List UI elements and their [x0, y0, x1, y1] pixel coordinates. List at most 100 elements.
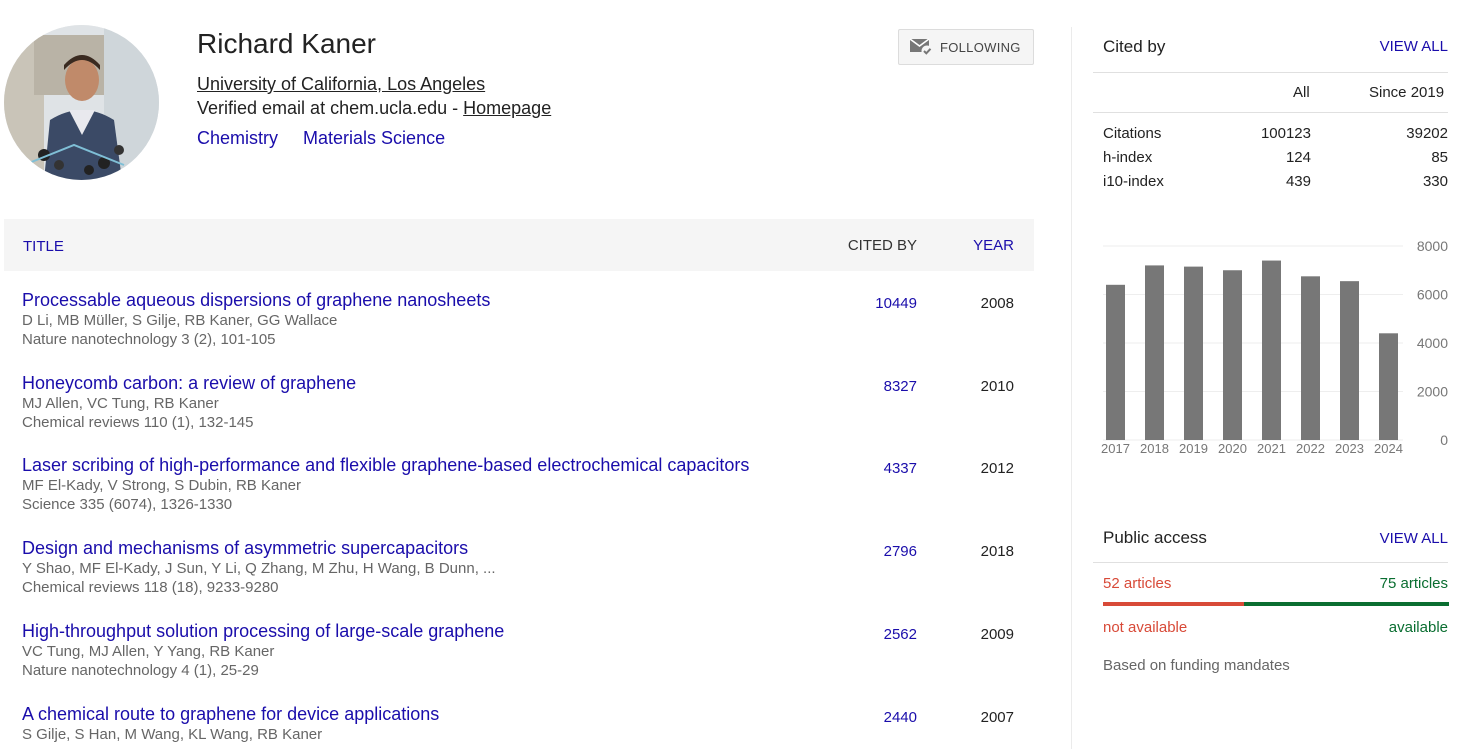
citation-stats-table: Citations 100123 39202 h-index 124 85 i1… [1103, 125, 1448, 197]
article-venue: Chemical reviews 118 (18), 9233-9280 [22, 579, 279, 596]
cited-by-count-link[interactable]: 2440 [884, 709, 917, 726]
cited-by-count-link[interactable]: 4337 [884, 460, 917, 477]
article-row: A chemical route to graphene for device … [22, 704, 1034, 749]
y-tick-label: 6000 [1417, 287, 1448, 303]
stat-since: 39202 [1406, 125, 1448, 142]
article-venue: Nature nanotechnology 4 (1), 25-29 [22, 662, 259, 679]
cited-by-count-link[interactable]: 2796 [884, 543, 917, 560]
col-all-header: All [1293, 84, 1310, 101]
x-tick-label: 2023 [1335, 441, 1364, 456]
available-label: available [1388, 619, 1448, 636]
email-check-icon [909, 38, 933, 57]
citations-per-year-chart: 0 2000 4000 6000 8000 2017 2018 2019 2020 2021 202… [1093, 236, 1467, 468]
article-title-link[interactable]: Honeycomb carbon: a review of graphene [22, 373, 1034, 394]
stat-label: h-index [1103, 149, 1153, 166]
profile-name: Richard Kaner [197, 28, 376, 59]
stat-label: Citations [1103, 125, 1162, 142]
stat-label: i10-index [1103, 173, 1164, 190]
article-title-link[interactable]: High-throughput solution processing of l… [22, 621, 1034, 642]
article-row: Processable aqueous dispersions of graph… [22, 290, 1034, 370]
email-line: Verified email at chem.ucla.edu - Homepa… [197, 98, 551, 119]
x-tick-label: 2021 [1257, 441, 1286, 456]
stat-all: 100123 [1260, 125, 1311, 142]
article-authors: S Gilje, S Han, M Wang, KL Wang, RB Kane… [22, 726, 323, 743]
stat-all: 124 [1285, 149, 1311, 166]
y-tick-label: 0 [1440, 432, 1448, 448]
interest-chemistry[interactable]: Chemistry [197, 128, 278, 148]
cited-by-heading: Cited by [1103, 37, 1166, 56]
bar-2023[interactable] [1340, 281, 1359, 440]
divider [1093, 562, 1448, 563]
article-title-link[interactable]: Design and mechanisms of asymmetric supe… [22, 538, 1034, 559]
article-row: Honeycomb carbon: a review of graphene M… [22, 373, 1034, 453]
divider [1093, 72, 1448, 73]
following-label: FOLLOWING [940, 39, 1021, 55]
bar-2018[interactable] [1145, 265, 1164, 440]
stat-since: 85 [1431, 149, 1448, 166]
article-year: 2018 [980, 543, 1014, 560]
sort-title-header[interactable]: TITLE [23, 238, 64, 255]
article-title-link[interactable]: A chemical route to graphene for device … [22, 704, 1034, 725]
x-tick-label: 2017 [1101, 441, 1130, 456]
article-title-link[interactable]: Laser scribing of high-performance and f… [22, 455, 1034, 476]
y-tick-label: 8000 [1417, 238, 1448, 254]
public-access-heading: Public access [1103, 528, 1207, 547]
article-authors: MJ Allen, VC Tung, RB Kaner [22, 395, 219, 412]
divider [1093, 112, 1448, 113]
x-tick-label: 2020 [1218, 441, 1247, 456]
not-available-count-link[interactable]: 52 articles [1103, 575, 1171, 592]
article-authors: D Li, MB Müller, S Gilje, RB Kaner, GG W… [22, 312, 338, 329]
article-venue: Science 335 (6074), 1326-1330 [22, 496, 233, 513]
y-tick-label: 4000 [1417, 335, 1448, 351]
verified-email-text: Verified email at chem.ucla.edu - [197, 98, 464, 118]
x-tick-label: 2022 [1296, 441, 1325, 456]
not-available-bar [1103, 602, 1244, 606]
available-bar [1244, 602, 1449, 606]
public-access-view-all-link[interactable]: VIEW ALL [1380, 530, 1448, 547]
bar-2021[interactable] [1262, 260, 1281, 440]
article-venue: Chemical reviews 110 (1), 132-145 [22, 414, 254, 431]
not-available-label: not available [1103, 619, 1188, 636]
cited-by-view-all-link[interactable]: VIEW ALL [1380, 38, 1448, 55]
article-year: 2008 [980, 295, 1014, 312]
article-row: High-throughput solution processing of l… [22, 621, 1034, 701]
stats-row-citations: Citations 100123 39202 [1103, 125, 1448, 149]
stat-all: 439 [1285, 173, 1311, 190]
bar-2020[interactable] [1223, 270, 1242, 440]
bar-2024[interactable] [1379, 333, 1398, 440]
article-year: 2009 [980, 626, 1014, 643]
article-row: Laser scribing of high-performance and f… [22, 455, 1034, 535]
article-venue: Nature nanotechnology 3 (2), 101-105 [22, 331, 276, 348]
research-interests: Chemistry Materials Science [197, 128, 465, 149]
bar-2019[interactable] [1184, 266, 1203, 440]
interest-materials-science[interactable]: Materials Science [303, 128, 445, 148]
bar-2022[interactable] [1301, 276, 1320, 440]
funding-mandates-note: Based on funding mandates [1103, 657, 1290, 674]
x-tick-label: 2019 [1179, 441, 1208, 456]
x-tick-label: 2018 [1140, 441, 1169, 456]
article-row: Design and mechanisms of asymmetric supe… [22, 538, 1034, 618]
article-authors: MF El-Kady, V Strong, S Dubin, RB Kaner [22, 477, 302, 494]
homepage-link[interactable]: Homepage [463, 98, 551, 118]
stats-row-i10-index: i10-index 439 330 [1103, 173, 1448, 197]
articles-table-header: TITLE CITED BY YEAR [4, 219, 1034, 271]
cited-by-count-link[interactable]: 2562 [884, 626, 917, 643]
affiliation-link[interactable]: University of California, Los Angeles [197, 74, 485, 95]
article-year: 2010 [980, 378, 1014, 395]
citations-chart-svg: 0 2000 4000 6000 8000 2017 2018 2019 2020 2021 202… [1101, 238, 1448, 456]
available-count-link[interactable]: 75 articles [1380, 575, 1448, 592]
sort-year-header[interactable]: YEAR [973, 237, 1014, 254]
article-authors: Y Shao, MF El-Kady, J Sun, Y Li, Q Zhang… [22, 560, 496, 577]
cited-by-count-link[interactable]: 8327 [884, 378, 917, 395]
profile-photo [4, 25, 159, 180]
cited-by-count-link[interactable]: 10449 [875, 295, 917, 312]
y-tick-label: 2000 [1417, 384, 1448, 400]
col-since-header: Since 2019 [1369, 84, 1445, 101]
article-year: 2012 [980, 460, 1014, 477]
following-button[interactable]: FOLLOWING [898, 29, 1034, 65]
bar-2017[interactable] [1106, 284, 1125, 440]
x-tick-label: 2024 [1374, 441, 1403, 456]
article-authors: VC Tung, MJ Allen, Y Yang, RB Kaner [22, 643, 275, 660]
sort-cited-by-header[interactable]: CITED BY [848, 237, 917, 254]
panel-divider [1071, 27, 1072, 749]
